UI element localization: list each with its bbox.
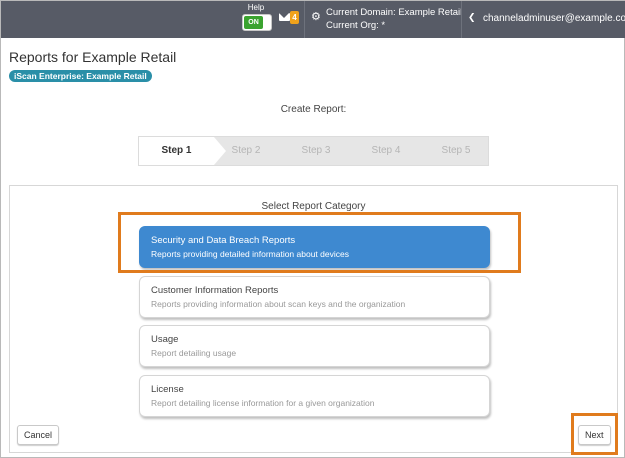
wizard-steps: Step 1 Step 2 Step 3 Step 4 Step 5 — [138, 136, 489, 166]
product-badge: iScan Enterprise: Example Retail — [9, 70, 152, 82]
top-bar: Help ON 4 ⚙ Current Domain: Example Reta… — [1, 1, 625, 38]
category-description: Report detailing license information for… — [151, 398, 375, 408]
wizard-step-1: Step 1 — [139, 137, 214, 165]
current-domain: Current Domain: Example Retail — [326, 7, 463, 18]
highlight-callout — [118, 212, 521, 273]
chevron-down-icon[interactable]: ❮ — [468, 13, 476, 22]
user-menu[interactable]: channeladminuser@example.com — [483, 12, 625, 25]
category-title: License — [151, 384, 184, 395]
category-usage[interactable]: Usage Report detailing usage — [139, 325, 490, 367]
category-description: Reports providing information about scan… — [151, 299, 406, 309]
category-license[interactable]: License Report detailing license informa… — [139, 375, 490, 417]
divider — [461, 1, 462, 38]
category-title: Usage — [151, 334, 179, 345]
gear-icon[interactable]: ⚙ — [311, 12, 322, 23]
wizard-step-4: Step 4 — [371, 145, 401, 156]
wizard-step-3: Step 3 — [301, 145, 331, 156]
category-customer-information[interactable]: Customer Information Reports Reports pro… — [139, 276, 490, 318]
next-button[interactable]: Next — [578, 425, 611, 445]
create-report-heading: Create Report: — [280, 104, 347, 115]
wizard-step-5: Step 5 — [441, 145, 471, 156]
help-label: Help — [247, 3, 265, 12]
help-toggle-state: ON — [244, 16, 263, 29]
help-toggle[interactable]: ON — [242, 14, 272, 31]
mail-icon[interactable] — [279, 13, 290, 21]
divider — [304, 1, 305, 38]
cancel-button[interactable]: Cancel — [17, 425, 60, 445]
help-toggle-group: Help ON — [241, 3, 272, 31]
category-title: Customer Information Reports — [151, 285, 279, 296]
current-org: Current Org: * — [326, 20, 386, 31]
select-category-heading: Select Report Category — [261, 201, 366, 212]
mail-count-badge: 4 — [290, 11, 299, 24]
category-description: Report detailing usage — [151, 348, 237, 358]
wizard-step-2: Step 2 — [231, 145, 261, 156]
domain-info[interactable]: Current Domain: Example Retail Current O… — [326, 6, 462, 32]
page-title: Reports for Example Retail — [9, 49, 177, 65]
